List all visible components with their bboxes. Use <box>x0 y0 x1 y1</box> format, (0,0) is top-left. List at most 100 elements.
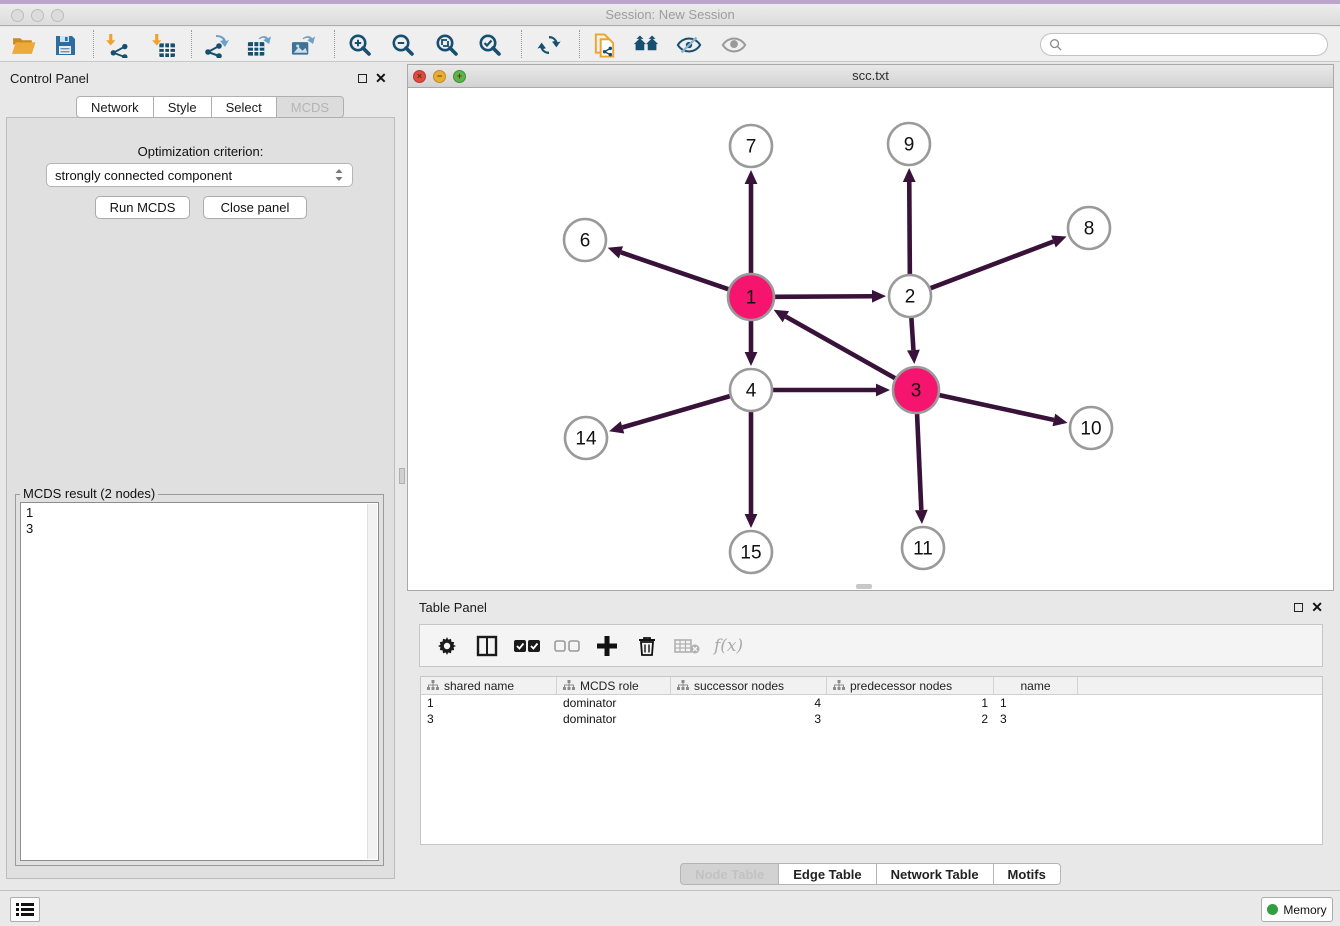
table-toolbar: f(x) <box>419 624 1323 667</box>
column-label: shared name <box>444 679 514 693</box>
table-tab-motifs[interactable]: Motifs <box>994 863 1061 885</box>
export-image-icon[interactable] <box>290 32 316 58</box>
edge-4-14[interactable] <box>622 396 729 427</box>
show-graphics-eye-icon[interactable] <box>721 32 747 58</box>
search-input[interactable] <box>1066 36 1327 54</box>
control-panel-float-icon[interactable] <box>358 74 367 83</box>
search-box[interactable] <box>1040 33 1328 56</box>
table-settings-gear-icon[interactable] <box>434 633 460 659</box>
export-network-icon[interactable] <box>203 32 229 58</box>
node-table[interactable]: shared name MCDS rolesuccessor nodesprede… <box>420 676 1323 845</box>
export-table-icon[interactable] <box>246 32 272 58</box>
table-cell[interactable]: dominator <box>557 695 671 711</box>
edge-3-1[interactable] <box>786 317 895 379</box>
table-cell[interactable]: 3 <box>671 711 827 727</box>
table-cell[interactable]: dominator <box>557 711 671 727</box>
edge-1-6[interactable] <box>621 252 728 289</box>
toolbar-separator <box>93 30 94 58</box>
memory-label: Memory <box>1283 903 1326 917</box>
control-tab-mcds[interactable]: MCDS <box>277 96 344 118</box>
import-table-icon[interactable] <box>150 32 176 58</box>
column-header-MCDS-role[interactable]: MCDS role <box>557 677 671 694</box>
run-mcds-button[interactable]: Run MCDS <box>95 196 190 219</box>
table-row[interactable]: 1dominator411 <box>421 695 1322 711</box>
open-session-icon[interactable] <box>10 32 36 58</box>
table-tab-node-table[interactable]: Node Table <box>680 863 779 885</box>
toolbar-separator <box>191 30 192 58</box>
toolbar-separator <box>521 30 522 58</box>
control-panel-title: Control Panel <box>10 71 89 86</box>
edge-arrowhead <box>608 246 623 258</box>
result-scrollbar-track[interactable] <box>367 504 377 859</box>
save-session-icon[interactable] <box>52 32 78 58</box>
edge-2-8[interactable] <box>931 241 1054 288</box>
column-type-icon <box>833 680 845 691</box>
edge-1-2[interactable] <box>775 296 872 297</box>
hide-graphics-eye-icon[interactable] <box>676 32 702 58</box>
table-cell[interactable]: 1 <box>421 695 557 711</box>
control-tab-style[interactable]: Style <box>154 96 212 118</box>
function-builder-icon[interactable]: f(x) <box>714 636 743 656</box>
delete-trash-icon[interactable] <box>634 633 660 659</box>
optimization-criterion-label: Optimization criterion: <box>7 144 394 159</box>
table-cell[interactable]: 2 <box>827 711 994 727</box>
column-header-name[interactable]: name <box>994 677 1078 694</box>
close-panel-button[interactable]: Close panel <box>203 196 307 219</box>
column-header-successor-nodes[interactable]: successor nodes <box>671 677 827 694</box>
table-split-view-icon[interactable] <box>474 633 500 659</box>
edge-arrowhead <box>609 421 624 433</box>
edge-3-10[interactable] <box>939 395 1053 420</box>
network-canvas[interactable]: 1234678910111415 <box>408 88 1333 590</box>
delete-table-icon[interactable] <box>674 633 700 659</box>
panel-splitter[interactable] <box>398 63 406 886</box>
control-panel-close-icon[interactable]: ✕ <box>375 73 387 83</box>
select-all-icon[interactable] <box>514 633 540 659</box>
search-icon <box>1049 38 1062 51</box>
column-header-predecessor-nodes[interactable]: predecessor nodes <box>827 677 994 694</box>
network-graph[interactable]: 1234678910111415 <box>408 88 1333 590</box>
add-column-plus-icon[interactable] <box>594 633 620 659</box>
network-window-titlebar[interactable]: × − + scc.txt <box>408 65 1333 88</box>
import-network-icon[interactable] <box>104 32 130 58</box>
table-panel-close-icon[interactable]: ✕ <box>1311 602 1323 612</box>
table-row[interactable]: 3dominator323 <box>421 711 1322 727</box>
list-icon <box>16 902 34 917</box>
table-cell[interactable]: 3 <box>994 711 1078 727</box>
home-icon[interactable] <box>633 32 659 58</box>
network-view-window[interactable]: × − + scc.txt 1234678910111415 <box>407 64 1334 591</box>
network-file-icon[interactable] <box>592 32 618 58</box>
mcds-result-fieldset: MCDS result (2 nodes) 13 <box>15 494 384 866</box>
table-cell[interactable]: 1 <box>827 695 994 711</box>
node-label-9: 9 <box>904 135 915 156</box>
mcds-result-list[interactable]: 13 <box>20 502 379 861</box>
control-tab-select[interactable]: Select <box>212 96 277 118</box>
window-titlebar[interactable]: Session: New Session <box>0 4 1340 26</box>
zoom-in-icon[interactable] <box>347 32 373 58</box>
criterion-dropdown[interactable]: strongly connected component <box>46 163 353 187</box>
task-history-list-button[interactable] <box>10 897 40 922</box>
refresh-icon[interactable] <box>536 32 562 58</box>
table-tab-network-table[interactable]: Network Table <box>877 863 994 885</box>
deselect-all-icon[interactable] <box>554 633 580 659</box>
column-header-shared-name[interactable]: shared name <box>421 677 557 694</box>
canvas-scroll-handle[interactable] <box>856 584 872 589</box>
splitter-handle[interactable] <box>399 468 405 484</box>
table-panel-float-icon[interactable] <box>1294 603 1303 612</box>
table-cell[interactable]: 3 <box>421 711 557 727</box>
node-label-6: 6 <box>580 231 591 252</box>
table-cell[interactable]: 1 <box>994 695 1078 711</box>
zoom-selected-icon[interactable] <box>477 32 503 58</box>
toolbar-separator <box>579 30 580 58</box>
table-cell[interactable]: 4 <box>671 695 827 711</box>
memory-button[interactable]: Memory <box>1261 897 1333 922</box>
control-tab-network[interactable]: Network <box>76 96 154 118</box>
table-tabs: Node TableEdge TableNetwork TableMotifs <box>407 863 1334 885</box>
edge-3-11[interactable] <box>917 414 921 510</box>
edge-2-9[interactable] <box>909 182 910 274</box>
table-tab-edge-table[interactable]: Edge Table <box>779 863 876 885</box>
control-panel-tabs: NetworkStyleSelectMCDS <box>76 96 344 118</box>
edge-2-3[interactable] <box>911 318 913 350</box>
zoom-out-icon[interactable] <box>390 32 416 58</box>
main-toolbar <box>0 27 1340 62</box>
zoom-fit-icon[interactable] <box>434 32 460 58</box>
